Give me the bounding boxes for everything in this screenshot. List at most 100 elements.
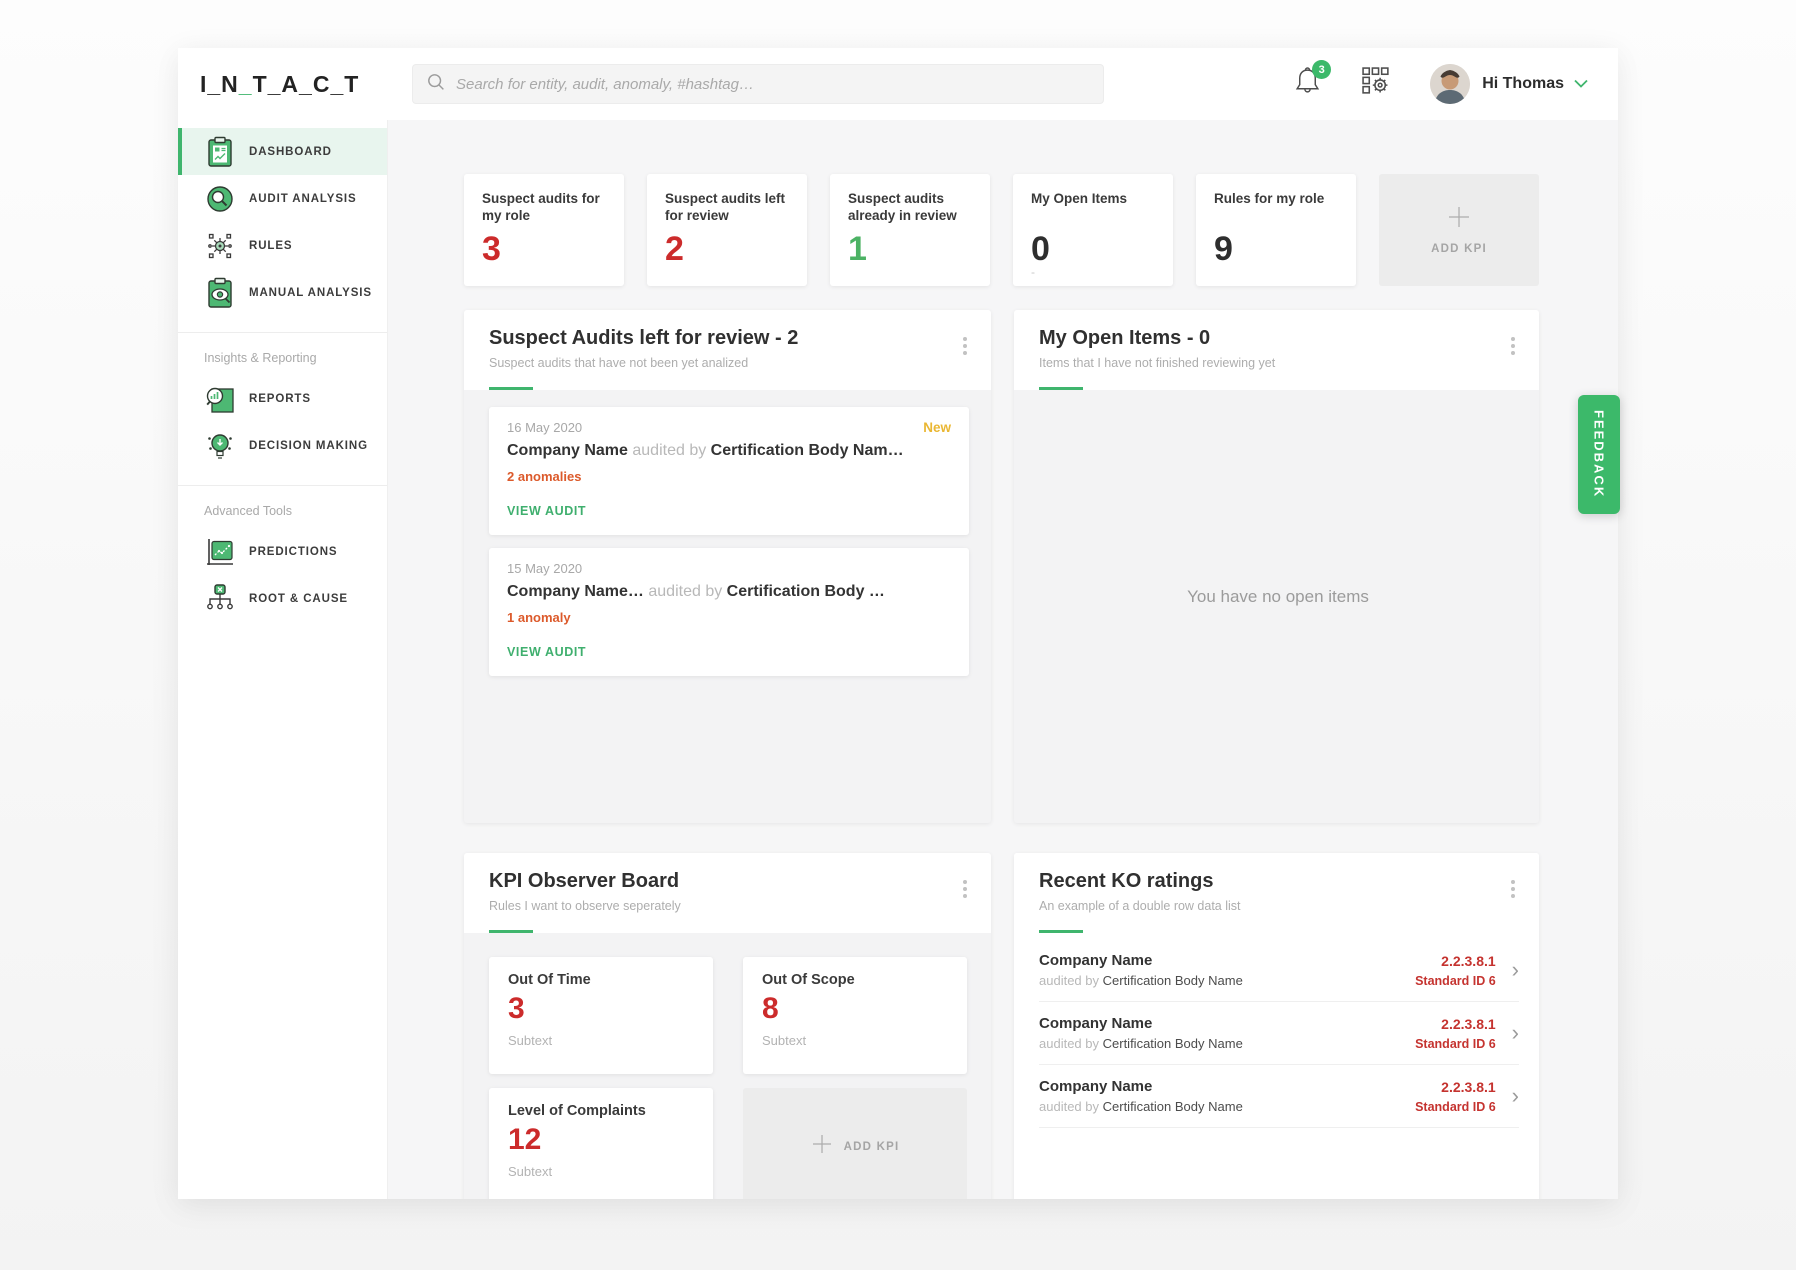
ko-rating: 2.2.3.8.1 (1415, 1016, 1496, 1032)
audit-main-line: Company Name… audited by Certification B… (507, 583, 951, 601)
sidebar-item-predictions[interactable]: PREDICTIONS (178, 528, 387, 575)
logo-accent-underscore: _ (239, 71, 253, 97)
sidebar-item-label: REPORTS (249, 393, 311, 405)
audit-date: 16 May 2020 (507, 420, 582, 435)
feedback-tab[interactable]: FEEDBACK (1578, 395, 1620, 514)
view-audit-link[interactable]: VIEW AUDIT (507, 504, 586, 518)
global-search[interactable] (412, 64, 1104, 104)
kpi-title: Suspect audits for my role (482, 190, 606, 225)
panels-row: Suspect Audits left for review - 2 Suspe… (464, 310, 1540, 823)
panel-body: 16 May 2020 New Company Name audited by … (464, 390, 991, 823)
chevron-right-icon[interactable]: › (1512, 1022, 1519, 1044)
kpi-card-suspect-audits-in-review[interactable]: Suspect audits already in review 1 (830, 174, 990, 286)
observer-value: 8 (762, 994, 948, 1024)
observer-title: Level of Complaints (508, 1103, 694, 1119)
apps-grid-gear-icon (1361, 84, 1392, 101)
observer-value: 12 (508, 1125, 694, 1155)
rules-icon (204, 229, 236, 263)
kpi-value: 0 (1031, 232, 1155, 266)
panel-menu-button[interactable] (959, 330, 971, 362)
apps-settings-button[interactable] (1361, 66, 1392, 102)
panel-header: Recent KO ratings An example of a double… (1014, 853, 1539, 933)
search-icon (427, 73, 445, 96)
sidebar-item-dashboard[interactable]: DASHBOARD (178, 128, 387, 175)
kpi-card-my-open-items[interactable]: My Open Items 0 - (1013, 174, 1173, 286)
ko-rating-row[interactable]: Company Name audited by Certification Bo… (1039, 939, 1519, 1002)
root-cause-icon (204, 582, 236, 616)
anomalies-count: 2 anomalies (507, 469, 951, 484)
audited-by-label: audited by (648, 583, 722, 600)
add-kpi-button[interactable]: ADD KPI (1379, 174, 1539, 286)
view-audit-link[interactable]: VIEW AUDIT (507, 645, 586, 659)
intact-logo: I_N_T_A_C_T (200, 71, 372, 98)
kpi-title: Suspect audits left for review (665, 190, 789, 225)
chevron-right-icon[interactable]: › (1512, 1085, 1519, 1107)
ko-rating-row[interactable]: Company Name audited by Certification Bo… (1039, 1002, 1519, 1065)
panel-body: Company Name audited by Certification Bo… (1014, 933, 1539, 1199)
sidebar-item-audit-analysis[interactable]: AUDIT ANALYSIS (178, 175, 387, 222)
company-name: Company Name (1039, 1015, 1243, 1032)
audit-main-line: Company Name audited by Certification Bo… (507, 442, 951, 460)
observer-card-level-of-complaints[interactable]: Level of Complaints 12 Subtext (489, 1088, 713, 1199)
audit-analysis-icon (204, 182, 236, 216)
panel-header: My Open Items - 0 Items that I have not … (1014, 310, 1539, 390)
sidebar-item-root-cause[interactable]: ROOT & CAUSE (178, 575, 387, 622)
company-name: Company Name (507, 442, 628, 459)
ko-rating-row[interactable]: Company Name audited by Certification Bo… (1039, 1065, 1519, 1128)
user-greeting: Hi Thomas (1482, 75, 1564, 93)
sidebar-divider (178, 332, 387, 333)
sidebar-item-reports[interactable]: REPORTS (178, 375, 387, 422)
certification-body-name: Certification Body Name (1103, 1036, 1243, 1051)
chevron-right-icon[interactable]: › (1512, 959, 1519, 981)
kpi-card-suspect-audits-left[interactable]: Suspect audits left for review 2 (647, 174, 807, 286)
panel-menu-button[interactable] (1507, 873, 1519, 905)
kpi-title: Rules for my role (1214, 190, 1338, 225)
kpi-card-suspect-audits-my-role[interactable]: Suspect audits for my role 3 (464, 174, 624, 286)
user-menu[interactable]: Hi Thomas (1482, 75, 1588, 93)
panel-subtitle: Items that I have not finished reviewing… (1039, 356, 1517, 370)
reports-icon (204, 382, 236, 416)
panel-subtitle: Suspect audits that have not been yet an… (489, 356, 969, 370)
panel-accent-dash (489, 387, 533, 390)
panel-recent-ko-ratings: Recent KO ratings An example of a double… (1014, 853, 1539, 1199)
observer-card-out-of-time[interactable]: Out Of Time 3 Subtext (489, 957, 713, 1074)
topbar-right: 3 Hi Thomas (1294, 64, 1588, 104)
plus-icon (811, 1133, 833, 1160)
observer-card-out-of-scope[interactable]: Out Of Scope 8 Subtext (743, 957, 967, 1074)
kpi-card-rules-for-my-role[interactable]: Rules for my role 9 (1196, 174, 1356, 286)
audit-card[interactable]: 15 May 2020 Company Name… audited by Cer… (489, 548, 969, 676)
manual-analysis-icon (204, 276, 236, 310)
sidebar-item-decision-making[interactable]: DECISION MAKING (178, 422, 387, 469)
company-name: Company Name… (507, 583, 644, 600)
avatar[interactable] (1430, 64, 1470, 104)
add-kpi-label: ADD KPI (1431, 243, 1487, 255)
observer-subtext: Subtext (762, 1033, 948, 1048)
bell-icon (1294, 83, 1321, 100)
predictions-icon (204, 535, 236, 569)
search-input[interactable] (456, 76, 1089, 93)
chevron-down-icon (1574, 75, 1588, 93)
panel-menu-button[interactable] (959, 873, 971, 905)
panel-accent-dash (1039, 930, 1083, 933)
kpi-title: My Open Items (1031, 190, 1155, 225)
sidebar-item-label: DASHBOARD (249, 146, 332, 158)
notifications-button[interactable]: 3 (1294, 67, 1321, 101)
panel-title: Suspect Audits left for review - 2 (489, 327, 969, 350)
panel-my-open-items: My Open Items - 0 Items that I have not … (1014, 310, 1539, 823)
audit-card[interactable]: 16 May 2020 New Company Name audited by … (489, 407, 969, 535)
company-name: Company Name (1039, 952, 1243, 969)
observer-title: Out Of Scope (762, 972, 948, 988)
panel-menu-button[interactable] (1507, 330, 1519, 362)
sidebar-item-manual-analysis[interactable]: MANUAL ANALYSIS (178, 269, 387, 316)
certification-body-name: Certification Body Name (1103, 973, 1243, 988)
ko-rating: 2.2.3.8.1 (1415, 953, 1496, 969)
panel-subtitle: An example of a double row data list (1039, 899, 1517, 913)
panel-subtitle: Rules I want to observe seperately (489, 899, 969, 913)
sidebar-item-label: AUDIT ANALYSIS (249, 193, 357, 205)
audited-by-label: audited by (632, 442, 706, 459)
sidebar-item-rules[interactable]: RULES (178, 222, 387, 269)
standard-id: Standard ID 6 (1415, 974, 1496, 988)
sidebar: DASHBOARD AUDIT ANALYSIS RULES MANUAL AN… (178, 120, 388, 1199)
add-kpi-button[interactable]: ADD KPI (743, 1088, 967, 1199)
panel-header: KPI Observer Board Rules I want to obser… (464, 853, 991, 933)
